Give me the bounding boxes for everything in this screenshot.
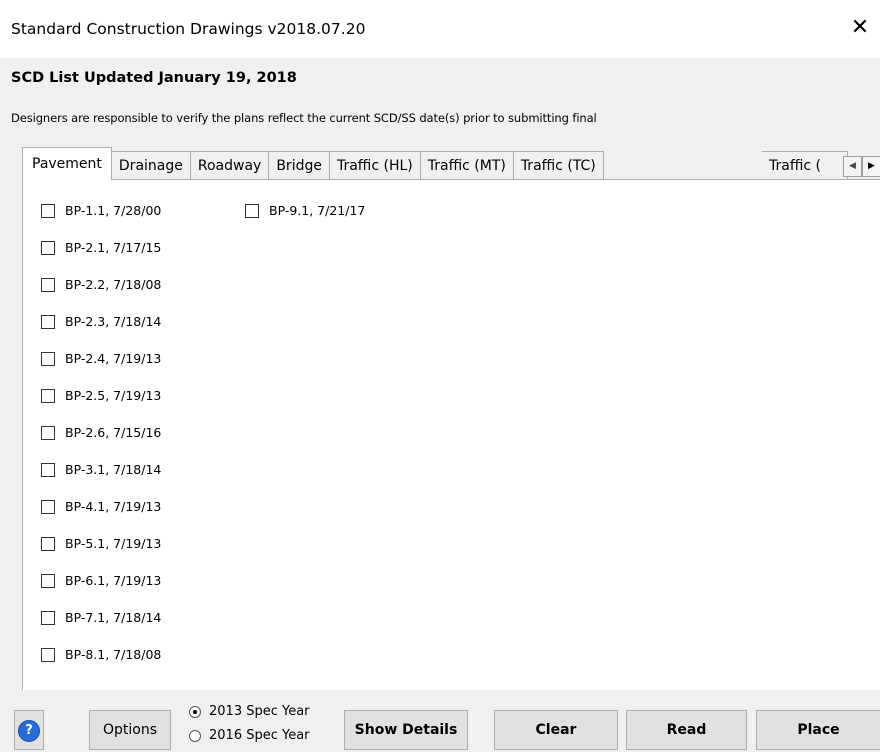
checkbox-bp-7-1[interactable]: BP-7.1, 7/18/14 — [41, 610, 161, 625]
window-title: Standard Construction Drawings v2018.07.… — [11, 20, 366, 38]
title-bar: Standard Construction Drawings v2018.07.… — [0, 0, 880, 58]
close-icon[interactable]: ✕ — [840, 6, 880, 50]
checkbox-bp-4-1[interactable]: BP-4.1, 7/19/13 — [41, 499, 161, 514]
checkbox-box[interactable] — [41, 203, 55, 218]
tab-drainage[interactable]: Drainage — [111, 151, 191, 180]
radio-label: 2013 Spec Year — [209, 704, 310, 719]
checkbox-bp-9-1[interactable]: BP-9.1, 7/21/17 — [245, 203, 365, 218]
checkbox-label: BP-6.1, 7/19/13 — [65, 573, 162, 588]
place-button[interactable]: Place — [756, 710, 880, 750]
help-button[interactable]: ? — [14, 710, 44, 750]
tab-pavement[interactable]: Pavement — [22, 147, 112, 180]
show-details-button[interactable]: Show Details — [344, 710, 468, 750]
checkbox-box[interactable] — [41, 425, 55, 440]
checkbox-box[interactable] — [41, 647, 55, 662]
radio-2013-spec-year[interactable]: 2013 Spec Year — [189, 704, 310, 719]
tab-scroll: ◀ ▶ — [843, 156, 880, 177]
tab-strip: Pavement Drainage Roadway Bridge Traffic… — [22, 147, 604, 180]
tab-scroll-left-icon[interactable]: ◀ — [843, 156, 862, 177]
checkbox-box[interactable] — [245, 203, 259, 218]
tab-traffic-partial[interactable]: Traffic ( — [762, 151, 848, 179]
checkbox-label: BP-1.1, 7/28/00 — [65, 203, 162, 218]
checkbox-box[interactable] — [41, 351, 55, 366]
checkbox-bp-2-6[interactable]: BP-2.6, 7/15/16 — [41, 425, 161, 440]
checkbox-label: BP-2.3, 7/18/14 — [65, 314, 162, 329]
clear-button[interactable]: Clear — [494, 710, 618, 750]
checkbox-label: BP-7.1, 7/18/14 — [65, 610, 162, 625]
checkbox-bp-5-1[interactable]: BP-5.1, 7/19/13 — [41, 536, 161, 551]
checkbox-bp-6-1[interactable]: BP-6.1, 7/19/13 — [41, 573, 161, 588]
checkbox-label: BP-5.1, 7/19/13 — [65, 536, 162, 551]
checkbox-box[interactable] — [41, 277, 55, 292]
footer-toolbar: ? Options 2013 Spec Year 2016 Spec Year … — [0, 690, 880, 752]
checkbox-box[interactable] — [41, 240, 55, 255]
checkbox-bp-3-1[interactable]: BP-3.1, 7/18/14 — [41, 462, 161, 477]
tab-bridge[interactable]: Bridge — [269, 151, 330, 180]
checkbox-label: BP-2.6, 7/15/16 — [65, 425, 162, 440]
checkbox-box[interactable] — [41, 610, 55, 625]
checkbox-box[interactable] — [41, 536, 55, 551]
checkbox-box[interactable] — [41, 388, 55, 403]
options-button[interactable]: Options — [89, 710, 171, 750]
tab-scroll-right-icon[interactable]: ▶ — [862, 156, 880, 177]
checkbox-label: BP-2.4, 7/19/13 — [65, 351, 162, 366]
designer-notice: Designers are responsible to verify the … — [11, 111, 597, 125]
checkbox-label: BP-2.5, 7/19/13 — [65, 388, 162, 403]
checkbox-bp-8-1[interactable]: BP-8.1, 7/18/08 — [41, 647, 161, 662]
checkbox-label: BP-9.1, 7/21/17 — [269, 203, 366, 218]
checkbox-bp-2-5[interactable]: BP-2.5, 7/19/13 — [41, 388, 161, 403]
checkbox-label: BP-3.1, 7/18/14 — [65, 462, 162, 477]
radio-2016-spec-year[interactable]: 2016 Spec Year — [189, 728, 310, 743]
read-button[interactable]: Read — [626, 710, 747, 750]
tab-traffic-mt[interactable]: Traffic (MT) — [420, 151, 514, 180]
checkbox-label: BP-4.1, 7/19/13 — [65, 499, 162, 514]
checkbox-box[interactable] — [41, 462, 55, 477]
checkbox-bp-1-1[interactable]: BP-1.1, 7/28/00 — [41, 203, 161, 218]
tab-roadway[interactable]: Roadway — [190, 151, 270, 180]
radio-dot-selected[interactable] — [189, 705, 201, 718]
checkbox-bp-2-3[interactable]: BP-2.3, 7/18/14 — [41, 314, 161, 329]
radio-dot[interactable] — [189, 729, 201, 742]
checkbox-label: BP-8.1, 7/18/08 — [65, 647, 162, 662]
checkbox-label: BP-2.1, 7/17/15 — [65, 240, 162, 255]
checkbox-label: BP-2.2, 7/18/08 — [65, 277, 162, 292]
help-icon: ? — [18, 720, 40, 742]
checkbox-box[interactable] — [41, 573, 55, 588]
checkbox-bp-2-4[interactable]: BP-2.4, 7/19/13 — [41, 351, 161, 366]
checkbox-bp-2-2[interactable]: BP-2.2, 7/18/08 — [41, 277, 161, 292]
pavement-panel: BP-1.1, 7/28/00 BP-2.1, 7/17/15 BP-2.2, … — [22, 179, 880, 690]
tab-overflow: Traffic ( — [762, 151, 848, 179]
tab-traffic-tc[interactable]: Traffic (TC) — [513, 151, 604, 180]
tab-traffic-hl[interactable]: Traffic (HL) — [329, 151, 421, 180]
radio-label: 2016 Spec Year — [209, 728, 310, 743]
scd-list-heading: SCD List Updated January 19, 2018 — [11, 70, 297, 86]
checkbox-box[interactable] — [41, 499, 55, 514]
checkbox-bp-2-1[interactable]: BP-2.1, 7/17/15 — [41, 240, 161, 255]
checkbox-box[interactable] — [41, 314, 55, 329]
